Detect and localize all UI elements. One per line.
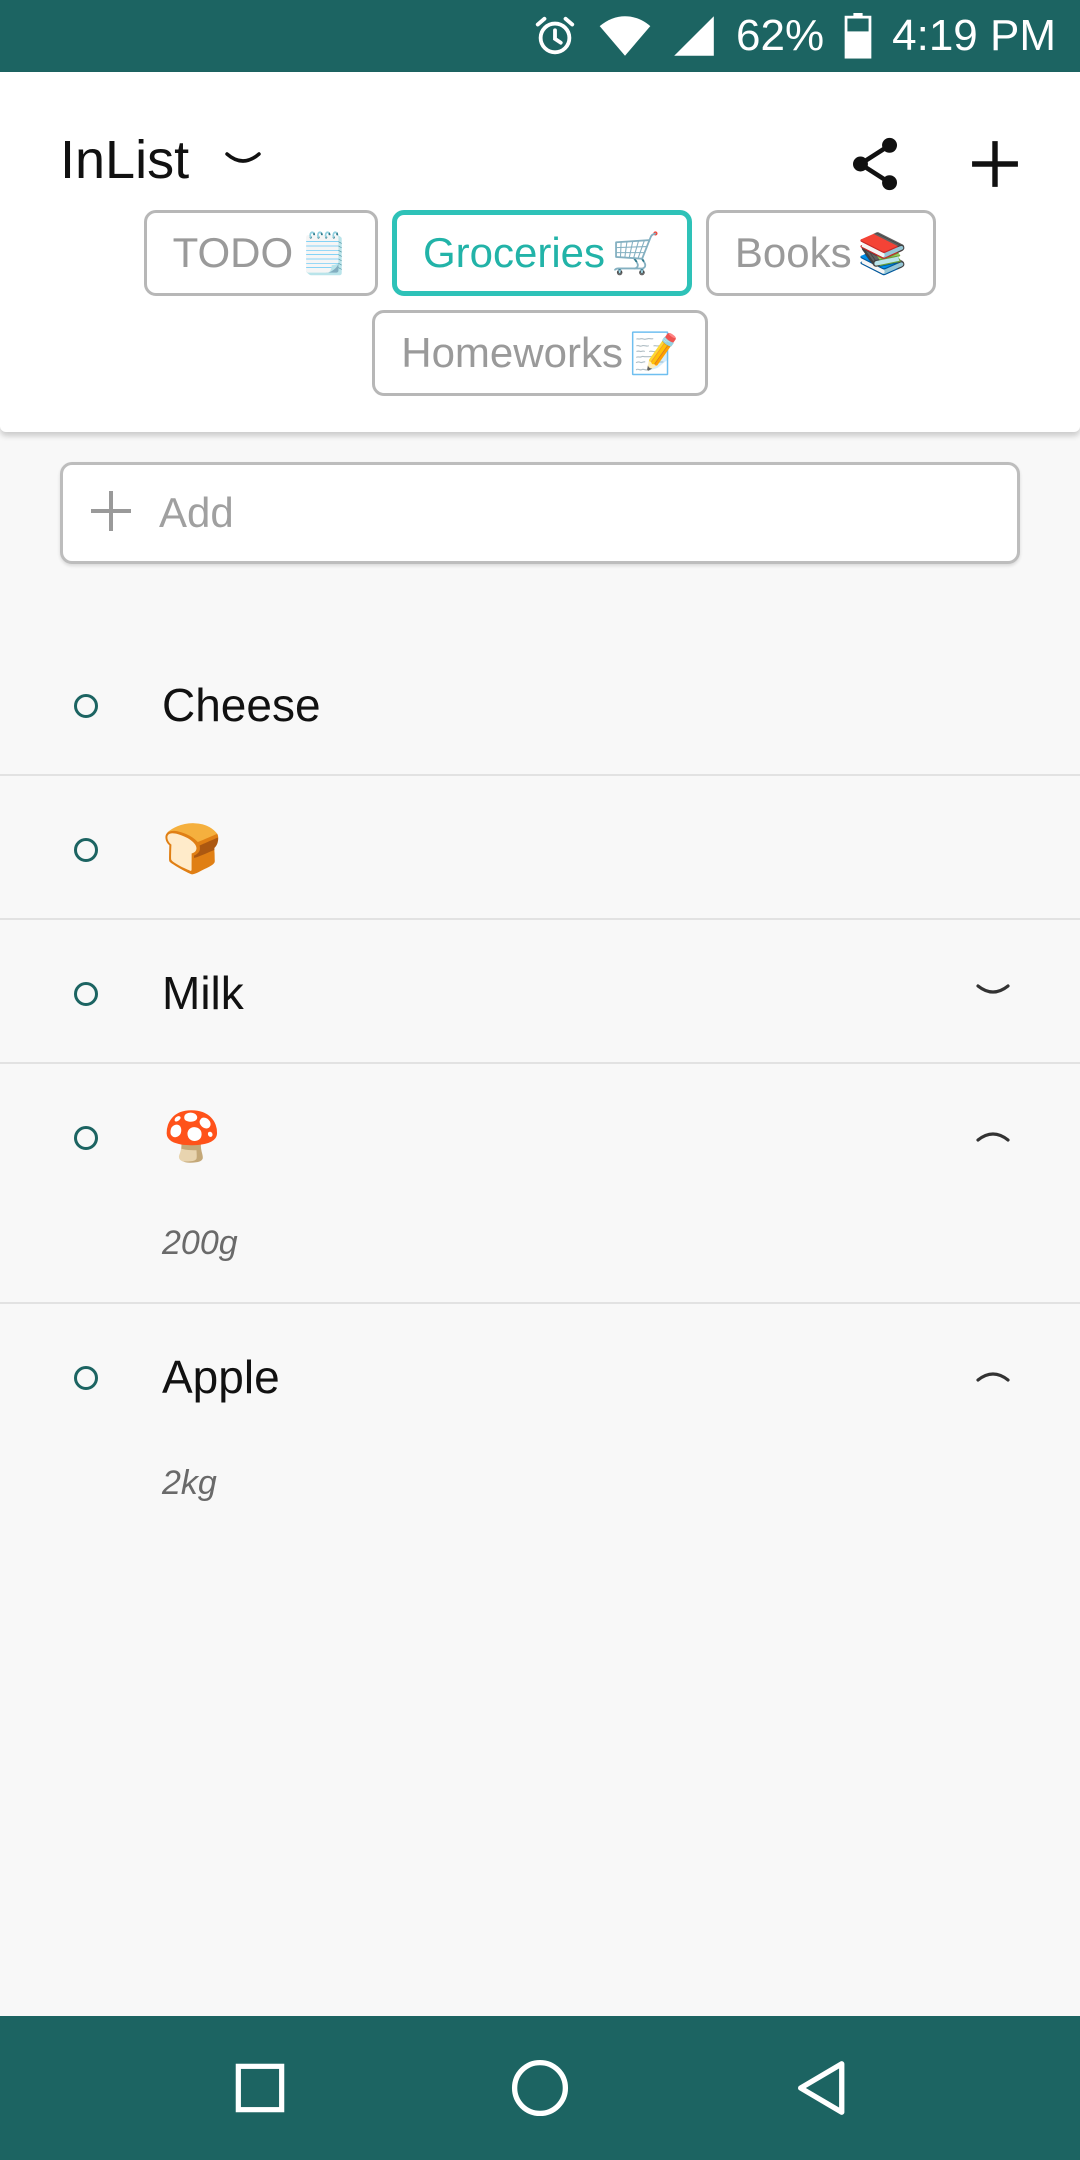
chevron-down-icon[interactable] <box>976 982 1010 1000</box>
tab-groceries[interactable]: Groceries 🛒 <box>391 210 692 296</box>
grocery-list: Cheese 🍞 Milk 🍄 200g Apple 2kg <box>0 632 1080 1544</box>
books-icon: 📚 <box>857 231 908 276</box>
item-note: 2kg <box>162 1464 217 1502</box>
list-item[interactable]: 🍄 200g <box>0 1064 1080 1304</box>
notepad-icon: 🗒️ <box>299 231 349 276</box>
list-item[interactable]: Apple 2kg <box>0 1304 1080 1544</box>
shopping-cart-icon: 🛒 <box>611 231 661 276</box>
checkbox-circle[interactable] <box>74 1126 98 1150</box>
tab-label: TODO <box>172 229 294 276</box>
recents-square-icon[interactable] <box>200 2028 320 2148</box>
item-label: Apple <box>162 1351 280 1403</box>
item-label: Cheese <box>162 679 321 731</box>
wifi-icon <box>598 14 652 58</box>
list-item[interactable]: 🍞 <box>0 776 1080 920</box>
add-item-input[interactable] <box>159 489 979 537</box>
alarm-icon <box>532 13 578 59</box>
checkbox-circle[interactable] <box>74 694 98 718</box>
memo-icon: 📝 <box>628 331 679 376</box>
tab-homeworks[interactable]: Homeworks 📝 <box>372 310 708 396</box>
checkbox-circle[interactable] <box>74 838 98 862</box>
clock: 4:19 PM <box>892 11 1056 60</box>
item-label: 🍞 <box>162 823 222 876</box>
add-item-box[interactable] <box>60 462 1020 564</box>
chevron-up-icon[interactable] <box>976 1126 1010 1144</box>
plus-icon[interactable] <box>970 139 1020 189</box>
header-actions <box>850 124 1020 204</box>
system-nav-bar <box>0 2016 1080 2160</box>
list-item[interactable]: Cheese <box>0 632 1080 776</box>
item-note: 200g <box>162 1224 238 1262</box>
battery-percent: 62% <box>736 11 825 60</box>
app-title: InList <box>60 130 190 190</box>
tab-books[interactable]: Books 📚 <box>705 210 937 296</box>
tab-todo[interactable]: TODO 🗒️ <box>143 210 378 296</box>
screen: 62% 4:19 PM InList TODO 🗒️ Groceries 🛒 B… <box>0 0 1080 2160</box>
tab-label: Homeworks <box>401 329 623 376</box>
checkbox-circle[interactable] <box>74 1366 98 1390</box>
list-item[interactable]: Milk <box>0 920 1080 1064</box>
chevron-down-icon[interactable] <box>225 150 261 170</box>
item-label: 🍄 <box>162 1111 222 1164</box>
back-triangle-icon[interactable] <box>760 2028 880 2148</box>
item-label: Milk <box>162 967 244 1019</box>
chevron-up-icon[interactable] <box>976 1366 1010 1384</box>
signal-icon <box>672 14 716 58</box>
plus-icon <box>87 487 135 540</box>
tab-label: Books <box>734 229 852 276</box>
tab-label: Groceries <box>422 229 606 276</box>
checkbox-circle[interactable] <box>74 982 98 1006</box>
app-header: InList TODO 🗒️ Groceries 🛒 Books 📚 Homew… <box>0 72 1080 432</box>
home-circle-icon[interactable] <box>480 2028 600 2148</box>
list-tabs: TODO 🗒️ Groceries 🛒 Books 📚 Homeworks 📝 <box>0 210 1080 396</box>
status-bar: 62% 4:19 PM <box>0 0 1080 72</box>
list-selector[interactable]: InList <box>60 120 261 200</box>
battery-icon <box>844 13 872 59</box>
share-icon[interactable] <box>850 137 900 191</box>
